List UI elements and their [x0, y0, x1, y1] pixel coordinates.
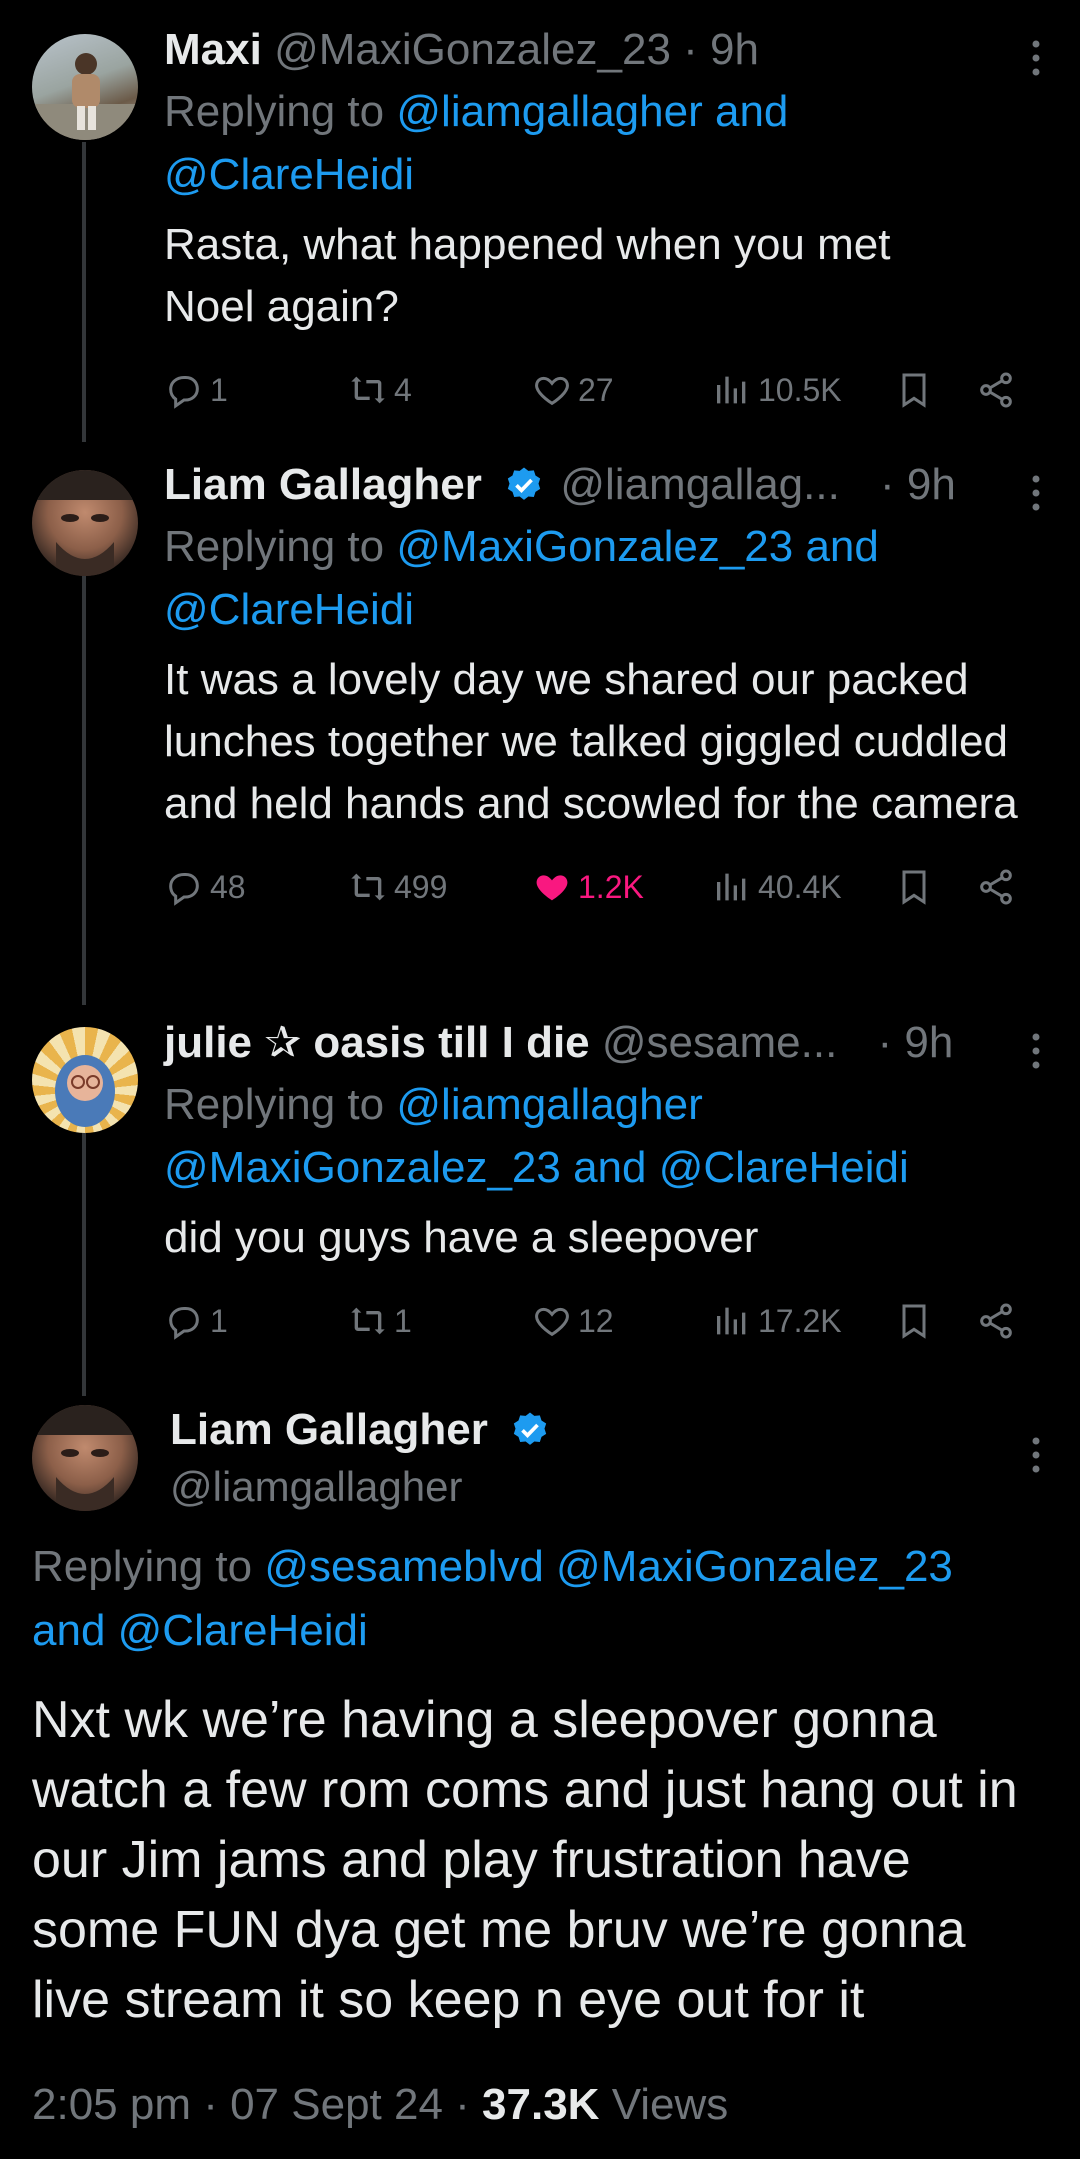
- tweet-time: · 9h: [880, 460, 956, 509]
- more-button[interactable]: [1030, 473, 1042, 518]
- reply-button[interactable]: 1: [164, 360, 228, 420]
- avatar[interactable]: [32, 1027, 138, 1133]
- share-icon: [980, 1303, 1012, 1339]
- mention-link[interactable]: and @ClareHeidi: [32, 1606, 368, 1655]
- tweet-text: Rasta, what happened when you met Noel a…: [164, 220, 891, 331]
- verified-icon: [513, 1412, 547, 1445]
- share-button[interactable]: [976, 360, 1022, 420]
- more-button[interactable]: [1030, 1031, 1042, 1076]
- replying-to: Replying to @sesameblvd @MaxiGonzalez_23…: [32, 1542, 953, 1655]
- bookmark-button[interactable]: [894, 857, 940, 917]
- author-handle[interactable]: @sesame...: [602, 1018, 837, 1067]
- thread-line-2: [82, 560, 86, 1005]
- tweet-time: · 9h: [877, 1018, 954, 1067]
- retweet-icon: [351, 873, 385, 901]
- more-icon: [1032, 40, 1040, 76]
- like-button[interactable]: 12: [532, 1291, 614, 1351]
- bookmark-icon: [902, 870, 926, 905]
- share-icon: [980, 372, 1012, 408]
- like-button[interactable]: 1.2K: [532, 857, 644, 917]
- views-icon: [717, 873, 746, 901]
- bookmark-button[interactable]: [894, 1291, 940, 1351]
- reply-button[interactable]: 1: [164, 1291, 228, 1351]
- views-button[interactable]: 40.4K: [712, 857, 842, 917]
- views-button[interactable]: 10.5K: [712, 360, 842, 420]
- mention-link[interactable]: @liamgallagher and: [396, 87, 788, 136]
- views-icon: [717, 376, 746, 404]
- mention-link[interactable]: @ClareHeidi: [164, 150, 414, 199]
- views-count: 37.3K: [482, 2080, 600, 2129]
- mention-link[interactable]: @liamgallagher: [396, 1080, 702, 1129]
- retweet-button[interactable]: 4: [348, 360, 412, 420]
- share-button[interactable]: [976, 1291, 1022, 1351]
- author-name[interactable]: Liam Gallagher: [164, 460, 482, 509]
- retweet-button[interactable]: 499: [348, 857, 447, 917]
- mention-link[interactable]: @MaxiGonzalez_23 and @ClareHeidi: [164, 1143, 909, 1192]
- thread-line-3: [82, 1118, 86, 1396]
- reply-icon: [169, 873, 199, 906]
- mention-link[interactable]: @MaxiGonzalez_23 and: [396, 522, 879, 571]
- replying-to: Replying to @liamgallagher @MaxiGonzalez…: [164, 1080, 909, 1192]
- author-handle[interactable]: @MaxiGonzalez_23: [274, 25, 671, 74]
- reply-icon: [169, 1307, 199, 1340]
- author-name[interactable]: julie ✰ oasis till I die: [164, 1018, 590, 1067]
- mention-link[interactable]: @ClareHeidi: [164, 585, 414, 634]
- like-icon: [536, 875, 568, 901]
- more-icon: [1032, 475, 1040, 511]
- replying-to: Replying to @liamgallagher and @ClareHei…: [164, 87, 789, 199]
- views-label: Views: [611, 2080, 729, 2129]
- avatar[interactable]: [32, 470, 138, 576]
- thread-line-1: [82, 142, 86, 442]
- reply-icon: [169, 376, 199, 409]
- avatar[interactable]: [32, 34, 138, 140]
- share-button[interactable]: [976, 857, 1022, 917]
- tweet-meta: 2:05 pm · 07 Sept 24 · 37.3K Views: [32, 2080, 728, 2130]
- like-icon: [535, 1307, 569, 1337]
- avatar[interactable]: [32, 1405, 138, 1511]
- author-name[interactable]: Liam Gallagher: [170, 1405, 488, 1454]
- verified-icon: [507, 467, 541, 500]
- like-button[interactable]: 27: [532, 360, 614, 420]
- views-button[interactable]: 17.2K: [712, 1291, 842, 1351]
- tweet-text: It was a lovely day we shared our packed…: [164, 655, 1018, 828]
- replying-to: Replying to @MaxiGonzalez_23 and @ClareH…: [164, 522, 879, 634]
- bookmark-icon: [902, 1304, 926, 1339]
- author-handle[interactable]: @liamgallagher: [170, 1460, 554, 1514]
- bookmark-button[interactable]: [894, 360, 940, 420]
- action-bar: 48 499 1.2K 40.4K: [164, 857, 1040, 917]
- more-button[interactable]: [1030, 1435, 1042, 1480]
- more-button[interactable]: [1030, 38, 1042, 83]
- author-name[interactable]: Maxi: [164, 25, 262, 74]
- mention-link[interactable]: @sesameblvd @MaxiGonzalez_23: [264, 1542, 953, 1591]
- more-icon: [1032, 1437, 1040, 1473]
- timestamp[interactable]: 2:05 pm · 07 Sept 24 ·: [32, 2080, 470, 2129]
- like-icon: [535, 376, 569, 406]
- bookmark-icon: [902, 373, 926, 408]
- reply-button[interactable]: 48: [164, 857, 246, 917]
- retweet-icon: [351, 376, 385, 404]
- retweet-icon: [351, 1307, 385, 1335]
- tweet-time: · 9h: [683, 25, 759, 74]
- views-icon: [717, 1307, 746, 1335]
- tweet-text: Nxt wk we’re having a sleepover gonna wa…: [32, 1691, 1018, 2029]
- share-icon: [980, 869, 1012, 905]
- action-bar: 1 4 27 10.5K: [164, 360, 1040, 420]
- retweet-button[interactable]: 1: [348, 1291, 412, 1351]
- more-icon: [1032, 1033, 1040, 1069]
- tweet-text: did you guys have a sleepover: [164, 1213, 759, 1262]
- author-handle[interactable]: @liamgallag...: [560, 460, 839, 509]
- action-bar: 1 1 12 17.2K: [164, 1291, 1040, 1351]
- main-tweet: Liam Gallagher @liamgallagher Replying t…: [0, 1390, 1080, 2150]
